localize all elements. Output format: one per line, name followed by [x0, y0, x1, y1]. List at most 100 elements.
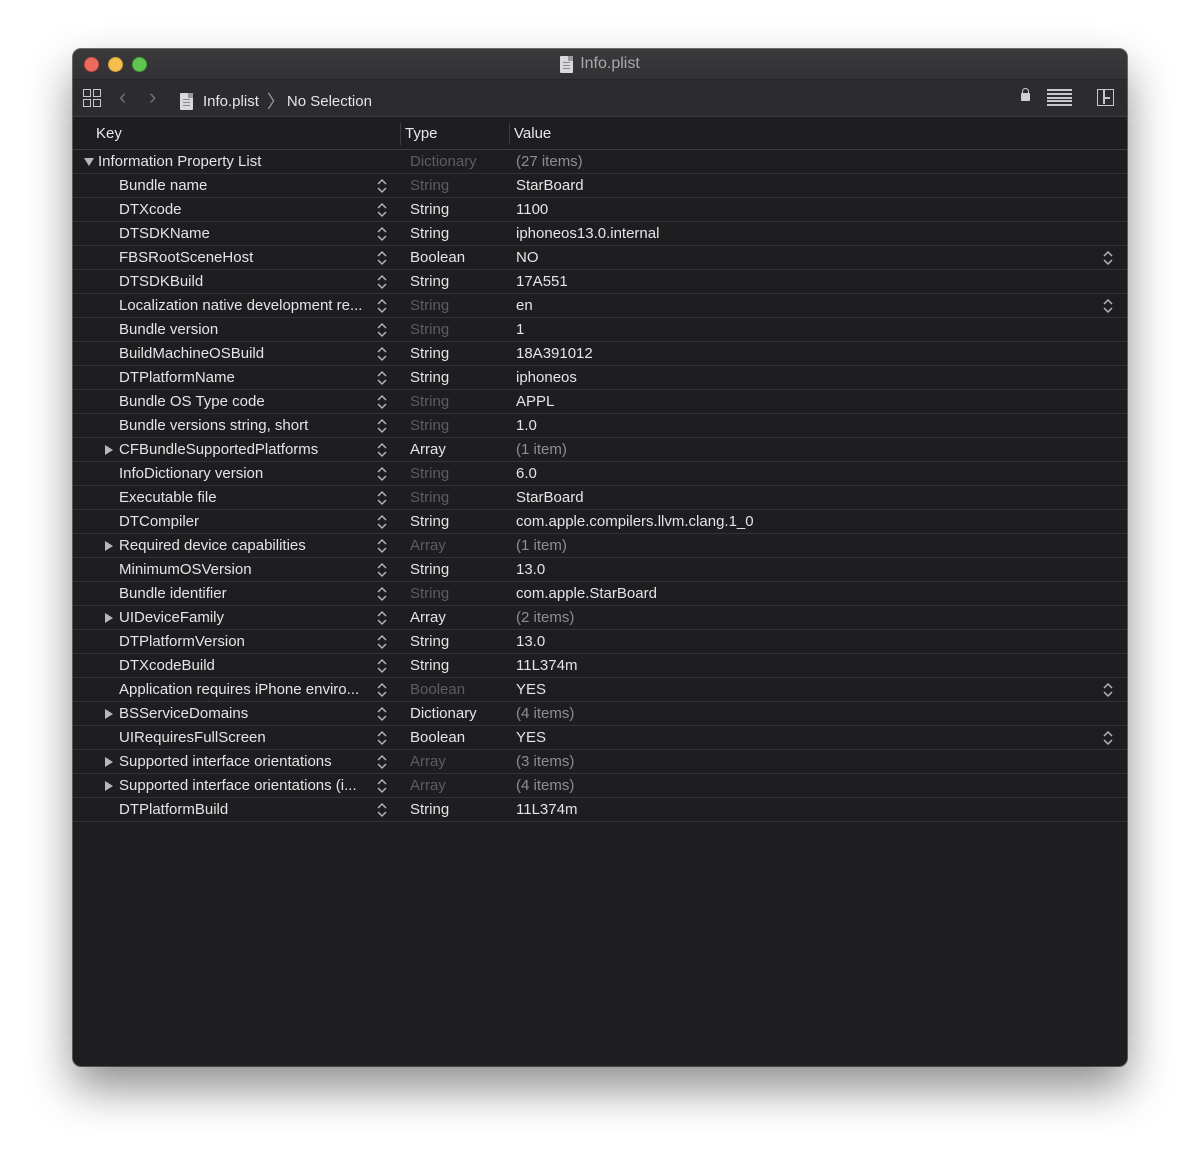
forward-icon[interactable]: ›: [149, 86, 156, 108]
row-key[interactable]: DTPlatformBuild: [119, 801, 228, 818]
value-stepper-icon[interactable]: [1102, 250, 1114, 266]
disclosure-triangle-icon[interactable]: [105, 757, 113, 767]
row-value[interactable]: StarBoard: [516, 177, 584, 194]
row-key[interactable]: FBSRootSceneHost: [119, 249, 253, 266]
key-stepper-icon[interactable]: [376, 730, 388, 746]
row-value[interactable]: 17A551: [516, 273, 568, 290]
row-type[interactable]: String: [410, 801, 449, 818]
lock-icon[interactable]: [1021, 88, 1030, 101]
row-value[interactable]: com.apple.compilers.llvm.clang.1_0: [516, 513, 754, 530]
column-header-key[interactable]: Key: [96, 125, 122, 142]
value-stepper-icon[interactable]: [1102, 682, 1114, 698]
table-row[interactable]: Bundle versions string, short String 1.0: [73, 414, 1127, 438]
table-row[interactable]: Localization native development re... Str…: [73, 294, 1127, 318]
row-type[interactable]: Dictionary: [410, 153, 477, 170]
row-type[interactable]: Boolean: [410, 729, 465, 746]
row-value[interactable]: (27 items): [516, 153, 583, 170]
key-stepper-icon[interactable]: [376, 490, 388, 506]
row-value[interactable]: 11L374m: [516, 657, 577, 674]
key-stepper-icon[interactable]: [376, 562, 388, 578]
key-stepper-icon[interactable]: [376, 442, 388, 458]
row-type[interactable]: String: [410, 633, 449, 650]
row-key[interactable]: Required device capabilities: [119, 537, 306, 554]
row-key[interactable]: Supported interface orientations: [119, 753, 332, 770]
row-key[interactable]: DTSDKBuild: [119, 273, 203, 290]
row-type[interactable]: String: [410, 393, 449, 410]
close-window-button[interactable]: [84, 57, 99, 72]
key-stepper-icon[interactable]: [376, 586, 388, 602]
row-value[interactable]: StarBoard: [516, 489, 584, 506]
table-row[interactable]: Required device capabilities Array (1 item…: [73, 534, 1127, 558]
row-type[interactable]: String: [410, 297, 449, 314]
key-stepper-icon[interactable]: [376, 298, 388, 314]
column-header-type[interactable]: Type: [405, 125, 438, 142]
row-type[interactable]: String: [410, 225, 449, 242]
value-stepper-icon[interactable]: [1102, 730, 1114, 746]
row-value[interactable]: 11L374m: [516, 801, 577, 818]
breadcrumb-file[interactable]: Info.plist: [203, 93, 259, 110]
editor-lines-icon[interactable]: [1047, 89, 1072, 106]
row-type[interactable]: String: [410, 489, 449, 506]
disclosure-triangle-icon[interactable]: [105, 709, 113, 719]
row-type[interactable]: Dictionary: [410, 705, 477, 722]
key-stepper-icon[interactable]: [376, 634, 388, 650]
row-key[interactable]: CFBundleSupportedPlatforms: [119, 441, 318, 458]
row-key[interactable]: DTCompiler: [119, 513, 199, 530]
row-type[interactable]: String: [410, 417, 449, 434]
zoom-window-button[interactable]: [132, 57, 147, 72]
row-value[interactable]: en: [516, 297, 533, 314]
row-value[interactable]: 1.0: [516, 417, 537, 434]
disclosure-triangle-icon[interactable]: [105, 445, 113, 455]
row-value[interactable]: (3 items): [516, 753, 574, 770]
row-key[interactable]: InfoDictionary version: [119, 465, 263, 482]
key-stepper-icon[interactable]: [376, 778, 388, 794]
row-key[interactable]: Application requires iPhone enviro...: [119, 681, 359, 698]
table-row[interactable]: Bundle identifier String com.apple.StarBoa…: [73, 582, 1127, 606]
row-key[interactable]: DTSDKName: [119, 225, 210, 242]
row-type[interactable]: Array: [410, 537, 446, 554]
row-type[interactable]: Array: [410, 777, 446, 794]
key-stepper-icon[interactable]: [376, 466, 388, 482]
table-row[interactable]: DTSDKName String iphoneos13.0.internal: [73, 222, 1127, 246]
key-stepper-icon[interactable]: [376, 250, 388, 266]
row-value[interactable]: (2 items): [516, 609, 574, 626]
row-key[interactable]: Bundle OS Type code: [119, 393, 265, 410]
back-icon[interactable]: ‹: [119, 86, 126, 108]
key-stepper-icon[interactable]: [376, 682, 388, 698]
row-value[interactable]: iphoneos: [516, 369, 577, 386]
table-row[interactable]: Supported interface orientations Array (3 …: [73, 750, 1127, 774]
table-row[interactable]: Information Property List Dictionary (27 i…: [73, 150, 1127, 174]
table-row[interactable]: BuildMachineOSBuild String 18A391012: [73, 342, 1127, 366]
table-row[interactable]: Bundle name String StarBoard: [73, 174, 1127, 198]
title-bar[interactable]: Info.plist: [73, 49, 1127, 80]
table-row[interactable]: Bundle OS Type code String APPL: [73, 390, 1127, 414]
table-row[interactable]: Bundle version String 1: [73, 318, 1127, 342]
row-type[interactable]: Array: [410, 609, 446, 626]
row-key[interactable]: Bundle identifier: [119, 585, 227, 602]
row-key[interactable]: Bundle version: [119, 321, 218, 338]
table-row[interactable]: InfoDictionary version String 6.0: [73, 462, 1127, 486]
row-key[interactable]: Bundle versions string, short: [119, 417, 308, 434]
table-row[interactable]: Supported interface orientations (i... Ar…: [73, 774, 1127, 798]
row-type[interactable]: String: [410, 465, 449, 482]
table-row[interactable]: UIRequiresFullScreen Boolean YES: [73, 726, 1127, 750]
row-key[interactable]: DTXcodeBuild: [119, 657, 215, 674]
row-type[interactable]: String: [410, 201, 449, 218]
row-key[interactable]: MinimumOSVersion: [119, 561, 252, 578]
row-value[interactable]: 1100: [516, 201, 548, 218]
breadcrumb-selection[interactable]: No Selection: [287, 93, 372, 110]
row-type[interactable]: String: [410, 585, 449, 602]
key-stepper-icon[interactable]: [376, 346, 388, 362]
key-stepper-icon[interactable]: [376, 706, 388, 722]
row-type[interactable]: String: [410, 369, 449, 386]
row-value[interactable]: 18A391012: [516, 345, 593, 362]
row-key[interactable]: UIDeviceFamily: [119, 609, 224, 626]
disclosure-triangle-icon[interactable]: [105, 541, 113, 551]
row-type[interactable]: String: [410, 177, 449, 194]
row-type[interactable]: String: [410, 513, 449, 530]
table-row[interactable]: UIDeviceFamily Array (2 items): [73, 606, 1127, 630]
row-key[interactable]: BuildMachineOSBuild: [119, 345, 264, 362]
key-stepper-icon[interactable]: [376, 658, 388, 674]
row-value[interactable]: APPL: [516, 393, 554, 410]
row-key[interactable]: BSServiceDomains: [119, 705, 248, 722]
